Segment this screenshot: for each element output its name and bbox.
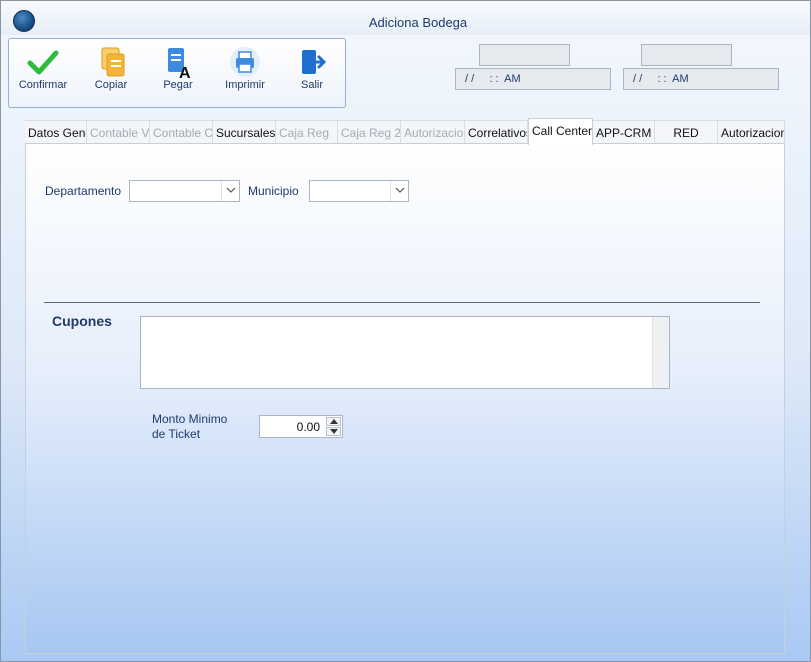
check-icon	[27, 50, 59, 75]
copy-icon	[101, 47, 125, 77]
paste-button[interactable]: A Pegar	[146, 45, 210, 101]
tab-contable-ventas[interactable]: Contable Ventas	[87, 120, 150, 144]
departamento-select[interactable]	[129, 180, 240, 202]
tab-datos-generales[interactable]: Datos Generales	[25, 120, 87, 144]
toolbar: Confirmar Copiar A Pegar Imprimir Salir	[8, 38, 346, 108]
svg-text:A: A	[179, 65, 191, 79]
chevron-down-icon	[395, 187, 405, 193]
departamento-label: Departamento	[45, 184, 122, 198]
arrow-down-icon	[330, 429, 338, 434]
municipio-select[interactable]	[309, 180, 409, 202]
title-bar[interactable]: Adiciona Bodega	[1, 1, 810, 35]
tab-app-crm[interactable]: APP-CRM	[593, 120, 655, 144]
tab-caja-reg-2[interactable]: Caja Reg 2	[338, 120, 401, 144]
monto-minimo-spinner[interactable]: 0.00	[259, 415, 343, 438]
confirm-label: Confirmar	[18, 79, 68, 91]
paste-label: Pegar	[163, 79, 193, 91]
header-field-left-top	[479, 44, 570, 66]
arrow-up-icon	[330, 419, 338, 424]
exit-label: Salir	[300, 79, 323, 91]
header-datetime-left: / / : : AM	[455, 68, 611, 90]
chevron-down-icon	[226, 187, 236, 193]
printer-icon	[230, 47, 260, 77]
copy-button[interactable]: Copiar	[79, 45, 143, 101]
departamento-dropdown-arrow[interactable]	[221, 181, 239, 201]
cupones-scrollbar[interactable]	[652, 317, 669, 388]
app-window: Adiciona Bodega Confirmar Copiar A Pegar…	[0, 0, 811, 662]
tab-caja-reg[interactable]: Caja Reg	[276, 120, 338, 144]
tab-sucursales[interactable]: Sucursales	[213, 120, 276, 144]
exit-button[interactable]: Salir	[280, 45, 344, 101]
cupones-title: Cupones	[52, 313, 112, 329]
monto-minimo-value: 0.00	[296, 420, 320, 434]
header-datetime-right: / / : : AM	[623, 68, 779, 90]
tab-call-center[interactable]: Call Center	[528, 118, 593, 145]
spin-down-button[interactable]	[326, 427, 341, 436]
confirm-button[interactable]: Confirmar	[11, 45, 75, 101]
tab-contable-compras[interactable]: Contable Compras	[150, 120, 213, 144]
print-button[interactable]: Imprimir	[213, 45, 277, 101]
print-label: Imprimir	[225, 79, 265, 91]
municipio-dropdown-arrow[interactable]	[390, 181, 408, 201]
header-field-right-top	[641, 44, 732, 66]
municipio-label: Municipio	[248, 184, 299, 198]
spin-up-button[interactable]	[326, 417, 341, 426]
monto-label-line1: Monto Minimo	[152, 412, 228, 426]
tab-strip: Datos Generales Contable Ventas Contable…	[25, 118, 785, 145]
call-center-panel: Departamento Municipio Cupones Monto Min…	[25, 143, 785, 654]
tab-red[interactable]: RED	[655, 120, 718, 144]
section-divider	[44, 302, 760, 303]
monto-label-line2: de Ticket	[152, 427, 201, 441]
tab-correlativos[interactable]: Correlativos	[465, 120, 528, 144]
paste-icon: A	[168, 48, 191, 79]
copy-label: Copiar	[94, 79, 128, 91]
exit-icon	[302, 50, 327, 74]
cupones-textarea[interactable]	[140, 316, 670, 389]
tab-autorizaciones-disabled[interactable]: Autorizaciones	[401, 120, 465, 144]
window-title: Adiciona Bodega	[368, 15, 468, 30]
tab-autorizaciones[interactable]: Autorizaciones	[718, 120, 785, 144]
